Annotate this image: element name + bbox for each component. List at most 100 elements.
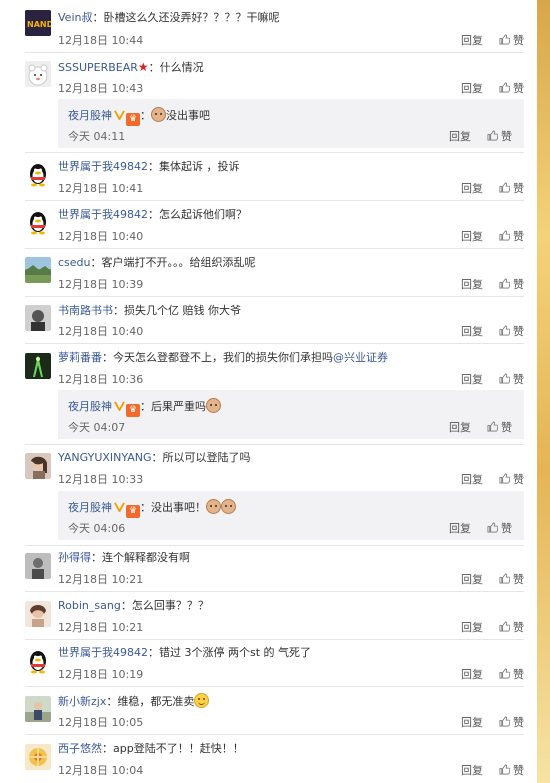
mention-link[interactable]: @兴业证券	[333, 351, 388, 364]
reply-button[interactable]: 回复	[461, 716, 483, 729]
like-button[interactable]: 赞	[501, 421, 512, 434]
username-link[interactable]: 孙得得	[58, 551, 91, 564]
thumbs-up-icon[interactable]	[499, 82, 510, 93]
reply-button[interactable]: 回复	[461, 278, 483, 291]
user-avatar[interactable]	[25, 648, 51, 674]
comment-text: ：app登陆不了！！赶快！！	[102, 742, 244, 755]
user-avatar[interactable]	[25, 601, 51, 627]
username-link[interactable]: Vein叔	[58, 11, 92, 24]
nested-reply: 夜月股神 ♛ ：后果严重吗 今天 04:07 回复 赞	[58, 390, 524, 439]
thumbs-up-icon[interactable]	[499, 278, 510, 289]
like-button[interactable]: 赞	[513, 716, 524, 729]
divider	[25, 734, 524, 735]
reply-button[interactable]: 回复	[449, 522, 471, 535]
like-button[interactable]: 赞	[513, 34, 524, 47]
username-link[interactable]: 西子悠然	[58, 742, 102, 755]
like-button[interactable]: 赞	[501, 522, 512, 535]
vip-icon	[114, 502, 125, 512]
thumbs-up-icon[interactable]	[487, 421, 498, 432]
like-button[interactable]: 赞	[513, 573, 524, 586]
username-link[interactable]: 夜月股神	[68, 109, 112, 122]
like-button[interactable]: 赞	[513, 668, 524, 681]
like-button[interactable]: 赞	[513, 230, 524, 243]
divider	[25, 686, 524, 687]
comment-actions: 回复 赞	[461, 371, 524, 387]
username-link[interactable]: csedu	[58, 256, 91, 269]
username-link[interactable]: 夜月股神	[68, 400, 112, 413]
reply-button[interactable]: 回复	[461, 325, 483, 338]
level-badge-icon: ♛	[126, 404, 140, 417]
username-link[interactable]: YANGYUXINYANG	[58, 451, 152, 464]
user-avatar[interactable]	[25, 453, 51, 479]
like-button[interactable]: 赞	[513, 182, 524, 195]
user-avatar[interactable]	[25, 553, 51, 579]
like-button[interactable]: 赞	[513, 325, 524, 338]
user-avatar[interactable]	[25, 257, 51, 283]
username-link[interactable]: 新小新zjx	[58, 695, 106, 708]
reply-button[interactable]: 回复	[449, 130, 471, 143]
like-button[interactable]: 赞	[513, 82, 524, 95]
thumbs-up-icon[interactable]	[499, 230, 510, 241]
username-link[interactable]: Robin_sang	[58, 599, 121, 612]
reply-text-2: 没出事吧	[166, 109, 210, 122]
username-link[interactable]: 书南路书书	[58, 304, 113, 317]
thumbs-up-icon[interactable]	[487, 522, 498, 533]
like-button[interactable]: 赞	[513, 373, 524, 386]
reply-button[interactable]: 回复	[461, 573, 483, 586]
user-avatar[interactable]	[25, 744, 51, 770]
comment-actions: 回复 赞	[461, 180, 524, 196]
user-avatar[interactable]	[25, 696, 51, 722]
reply-button[interactable]: 回复	[461, 373, 483, 386]
thumbs-up-icon[interactable]	[499, 325, 510, 336]
thumbs-up-icon[interactable]	[499, 621, 510, 632]
svg-text:NANDA: NANDA	[27, 20, 51, 29]
like-button[interactable]: 赞	[513, 473, 524, 486]
reply-line: 夜月股神 ♛： 没出事吧	[68, 107, 210, 126]
thumbs-up-icon[interactable]	[499, 764, 510, 775]
like-button[interactable]: 赞	[513, 278, 524, 291]
reply-button[interactable]: 回复	[461, 764, 483, 777]
user-avatar[interactable]	[25, 353, 51, 379]
reply-button[interactable]: 回复	[461, 668, 483, 681]
username-link[interactable]: SSSUPERBEAR	[58, 61, 138, 74]
thumbs-up-icon[interactable]	[499, 34, 510, 45]
user-avatar[interactable]	[25, 61, 51, 87]
thumbs-up-icon[interactable]	[499, 716, 510, 727]
thumbs-up-icon[interactable]	[499, 182, 510, 193]
comment-line: 书南路书书：损失几个亿 赔钱 你大爷	[58, 303, 241, 319]
reply-button[interactable]: 回复	[461, 230, 483, 243]
username-link[interactable]: 世界属于我49842	[58, 160, 148, 173]
user-avatar[interactable]	[25, 305, 51, 331]
comment-actions: 回复 赞	[461, 571, 524, 587]
thumbs-up-icon[interactable]	[487, 130, 498, 141]
reply-button[interactable]: 回复	[461, 34, 483, 47]
comment-line: 孙得得：连个解释都没有啊	[58, 550, 190, 566]
thumbs-up-icon[interactable]	[499, 373, 510, 384]
like-button[interactable]: 赞	[513, 764, 524, 777]
reply-button[interactable]: 回复	[461, 82, 483, 95]
comment-date: 12月18日 10:21	[58, 573, 144, 586]
username-link[interactable]: 夜月股神	[68, 501, 112, 514]
reply-button[interactable]: 回复	[461, 473, 483, 486]
reply-button[interactable]: 回复	[449, 421, 471, 434]
divider	[25, 444, 524, 445]
username-link[interactable]: 世界属于我49842	[58, 646, 148, 659]
like-button[interactable]: 赞	[513, 621, 524, 634]
divider	[25, 545, 524, 546]
reply-button[interactable]: 回复	[461, 621, 483, 634]
like-button[interactable]: 赞	[501, 130, 512, 143]
reply-line: 夜月股神 ♛ ：后果严重吗	[68, 398, 221, 417]
thumbs-up-icon[interactable]	[499, 573, 510, 584]
username-link[interactable]: 世界属于我49842	[58, 208, 148, 221]
comment-text: ：怎么回事？？？	[120, 599, 209, 612]
user-avatar[interactable]: NANDA	[25, 10, 51, 36]
thumbs-up-icon[interactable]	[499, 668, 510, 679]
comment-line: csedu：客户端打不开。。。给组织添乱呢	[58, 255, 256, 271]
reply-button[interactable]: 回复	[461, 182, 483, 195]
user-avatar[interactable]	[25, 209, 51, 235]
thumbs-up-icon[interactable]	[499, 473, 510, 484]
comment-text: ：今天怎么登都登不上，我们的损失你们承担吗	[102, 351, 333, 364]
username-link[interactable]: 萝莉番番	[58, 351, 102, 364]
penguin-icon	[25, 648, 51, 674]
user-avatar[interactable]	[25, 161, 51, 187]
